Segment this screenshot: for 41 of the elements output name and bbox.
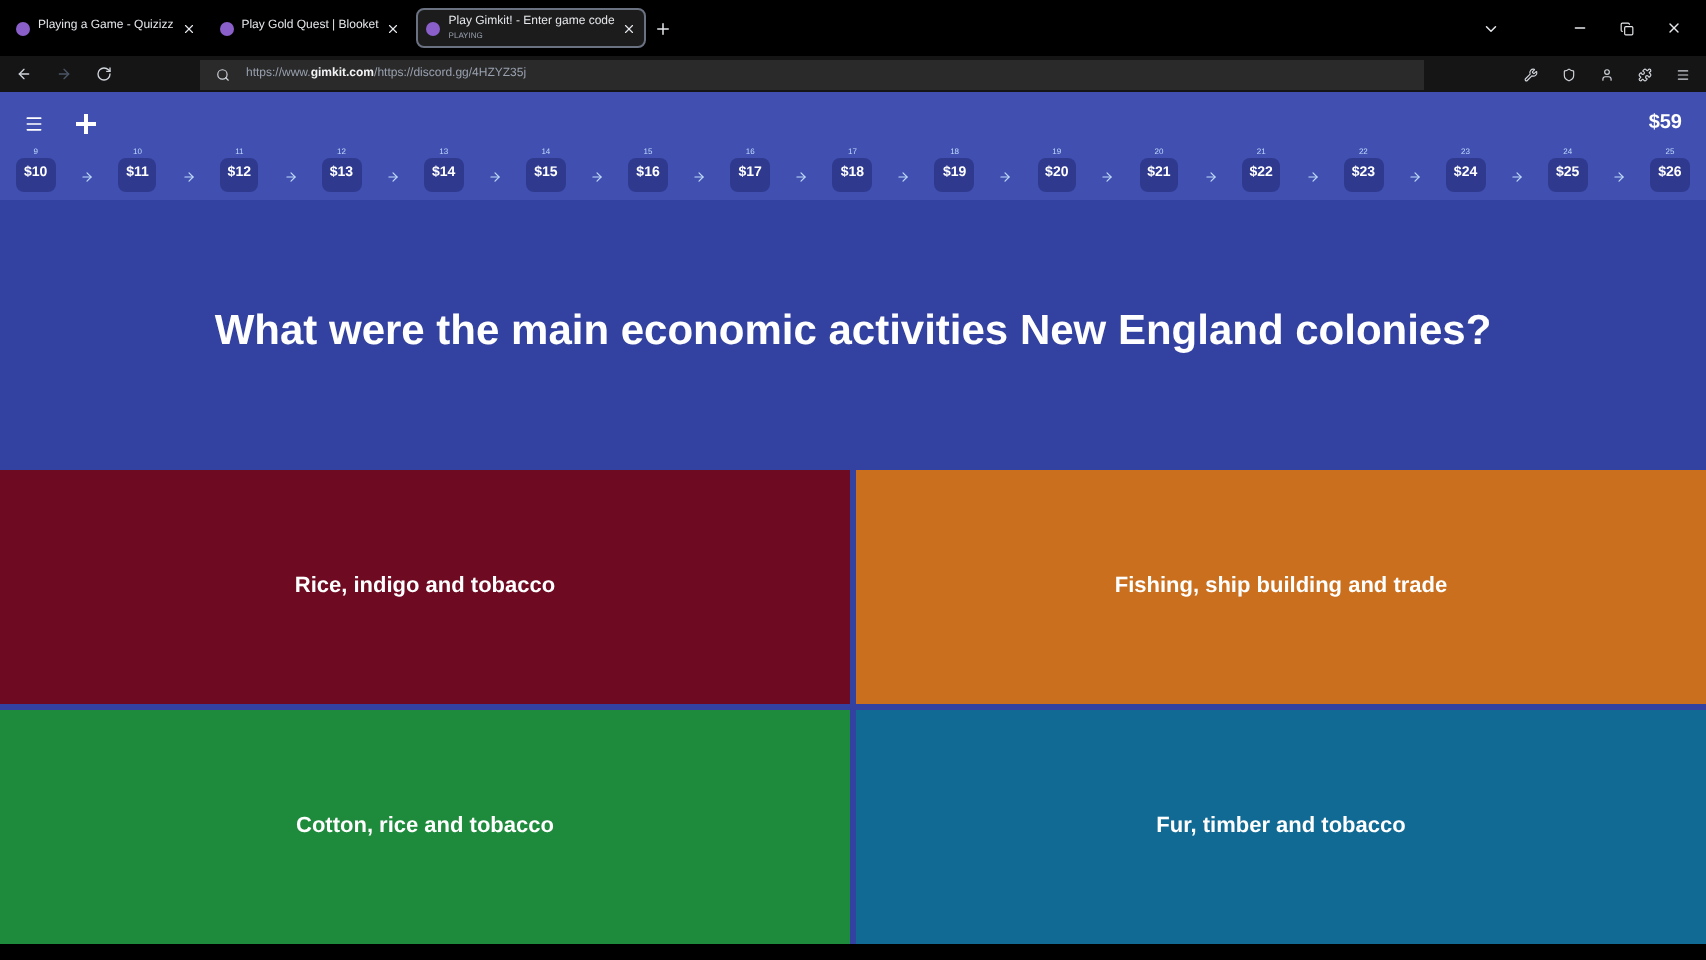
arrow-icon (1203, 169, 1218, 183)
site-icon (426, 21, 441, 35)
reload-icon[interactable] (96, 66, 112, 82)
new-tab-icon[interactable] (654, 19, 673, 37)
arrow-icon (1407, 169, 1422, 183)
close-icon[interactable] (386, 21, 401, 35)
back-icon[interactable] (16, 66, 32, 82)
plus-shape-icon (76, 113, 96, 133)
arrow-icon (79, 169, 94, 183)
arrow-icon (283, 169, 298, 183)
restore-icon[interactable] (1620, 21, 1634, 35)
profile-icon[interactable] (1600, 67, 1614, 81)
arrow-icon (1305, 169, 1320, 183)
arrow-icon (896, 169, 911, 183)
close-icon[interactable] (622, 21, 637, 35)
search-icon (216, 67, 230, 81)
arrow-icon (487, 169, 502, 183)
answer-option[interactable]: Rice, indigo and tobacco (0, 470, 850, 704)
arrow-icon (385, 169, 400, 183)
question-text: What were the main economic activities New England colonies? (214, 306, 1492, 359)
arrow-icon (1100, 169, 1115, 183)
site-icon (219, 21, 234, 35)
answer-option[interactable]: Fishing, ship building and trade (856, 470, 1706, 704)
arrow-icon (589, 169, 604, 183)
balance-text: $59 (1648, 110, 1682, 138)
arrow-icon (1509, 169, 1524, 183)
answer-option[interactable]: Fur, timber and tobacco (856, 710, 1706, 944)
menu-icon[interactable] (1676, 67, 1690, 81)
close-icon[interactable] (181, 21, 196, 35)
answer-option[interactable]: Cotton, rice and tobacco (0, 710, 850, 944)
menu-icon[interactable] (24, 113, 44, 133)
arrow-icon (998, 169, 1013, 183)
arrow-icon (692, 169, 707, 183)
arrow-icon (794, 169, 809, 183)
close-icon[interactable] (1666, 20, 1682, 36)
arrow-icon (181, 169, 196, 183)
arrow-icon (1611, 169, 1626, 183)
site-icon (16, 21, 30, 35)
puzzle-icon[interactable] (1638, 67, 1652, 81)
shield-icon[interactable] (1562, 67, 1576, 81)
wrench-icon[interactable] (1524, 67, 1538, 81)
